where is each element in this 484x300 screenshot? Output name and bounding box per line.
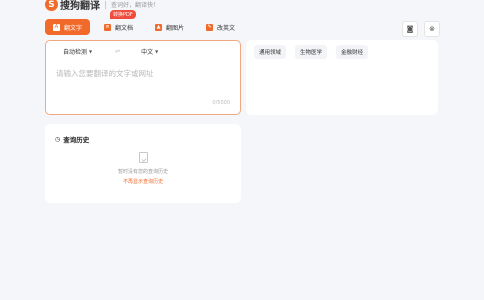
tab-translate-document[interactable]: 转换PDF ≡ 翻文档 — [96, 10, 141, 35]
screenshot-translate-button[interactable]: ◙ — [402, 21, 418, 37]
domain-biomedical[interactable]: 生物医学 — [295, 45, 328, 59]
char-counter: 0/5000 — [212, 100, 230, 106]
tab-label: 翻文字 — [64, 24, 83, 32]
target-language-label: 中文 — [141, 48, 154, 56]
divider — [105, 0, 106, 9]
domain-general[interactable]: 通用领域 — [254, 45, 287, 59]
tab-label: 翻图片 — [166, 24, 185, 32]
source-language-label: 自动检测 — [63, 48, 88, 56]
logo[interactable]: S 搜狗翻译 查词好，翻译快！ — [45, 0, 159, 12]
slogan: 查词好，翻译快！ — [111, 2, 160, 9]
language-bar: 自动检测 ▼ ⇌ 中文 ▼ — [46, 41, 240, 61]
sogou-logo-icon: S — [45, 0, 58, 11]
caret-down-icon: ▼ — [155, 48, 159, 54]
tab-translate-text[interactable]: A 翻文字 — [45, 19, 91, 35]
tab-label: 改英文 — [217, 24, 236, 32]
empty-history-text: 暂时没有您的查询历史 — [117, 169, 168, 175]
hide-history-link[interactable]: 不再显示查询历史 — [45, 178, 241, 185]
settings-button[interactable]: ⊗ — [424, 21, 440, 37]
domain-options: 通用领域 生物医学 金融财经 — [246, 40, 438, 59]
camera-icon: ◙ — [406, 25, 414, 33]
target-language-select[interactable]: 中文 ▼ — [141, 47, 158, 56]
text-icon: A — [53, 23, 60, 31]
history-title: ◷ 查询历史 — [55, 134, 90, 145]
clock-icon: ◷ — [55, 135, 61, 143]
image-icon: ▲ — [155, 23, 163, 31]
source-input-panel[interactable]: 自动检测 ▼ ⇌ 中文 ▼ 请输入您要翻译的文字或网址 0/5000 — [45, 40, 241, 115]
domain-finance[interactable]: 金融财经 — [336, 45, 369, 59]
translate-mode-tabs: A 翻文字 转换PDF ≡ 翻文档 ▲ 翻图片 ✎ 改英文 — [45, 10, 243, 35]
pdf-convert-badge: 转换PDF — [110, 10, 136, 19]
brand-name: 搜狗翻译 — [60, 1, 100, 12]
tab-translate-image[interactable]: ▲ 翻图片 — [147, 19, 192, 35]
translation-output-panel: 通用领域 生物医学 金融财经 — [246, 40, 438, 115]
document-icon: ≡ — [104, 23, 112, 31]
caret-down-icon: ▼ — [89, 48, 93, 54]
tab-label: 翻文档 — [115, 24, 134, 32]
empty-history-icon — [139, 152, 148, 163]
source-text-input[interactable]: 请输入您要翻译的文字或网址 — [56, 68, 154, 79]
edit-icon: ✎ — [206, 23, 214, 31]
source-language-select[interactable]: 自动检测 ▼ — [63, 47, 92, 56]
query-history-panel: ◷ 查询历史 暂时没有您的查询历史 不再显示查询历史 — [45, 124, 241, 203]
settings-icon: ⊗ — [429, 25, 435, 33]
swap-languages-icon[interactable]: ⇌ — [115, 48, 120, 55]
tab-edit-english[interactable]: ✎ 改英文 — [198, 19, 243, 35]
history-title-label: 查询历史 — [63, 136, 90, 144]
